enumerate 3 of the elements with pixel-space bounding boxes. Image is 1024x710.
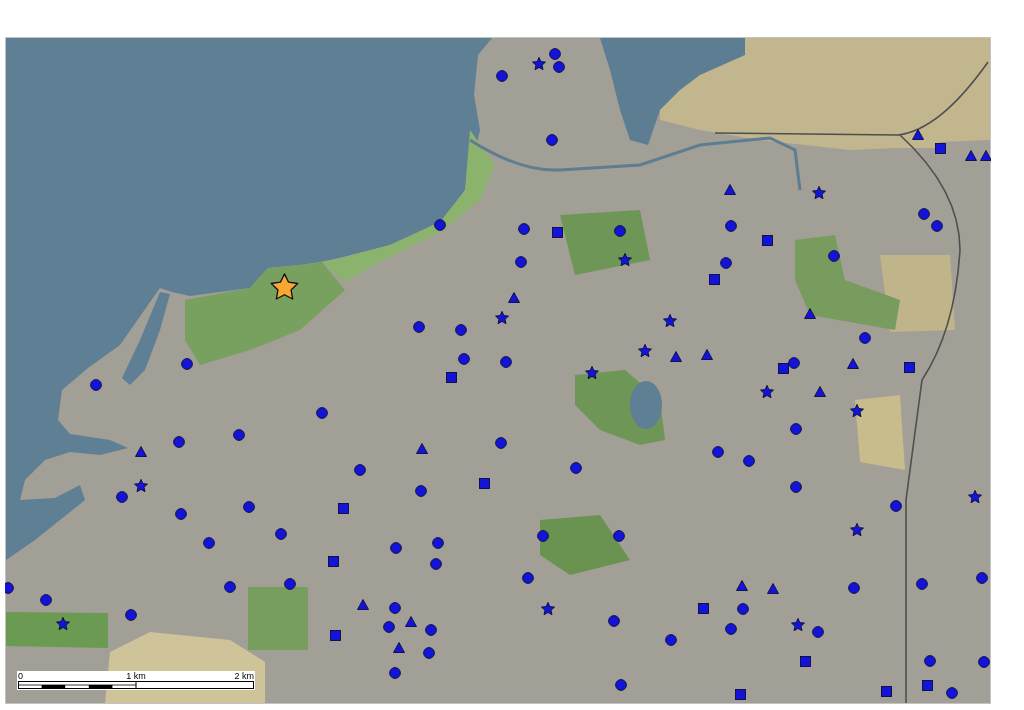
scale-label: 2 km — [234, 671, 254, 681]
scale-label: 0 — [18, 671, 23, 681]
scale-label: 1 km — [126, 671, 146, 681]
